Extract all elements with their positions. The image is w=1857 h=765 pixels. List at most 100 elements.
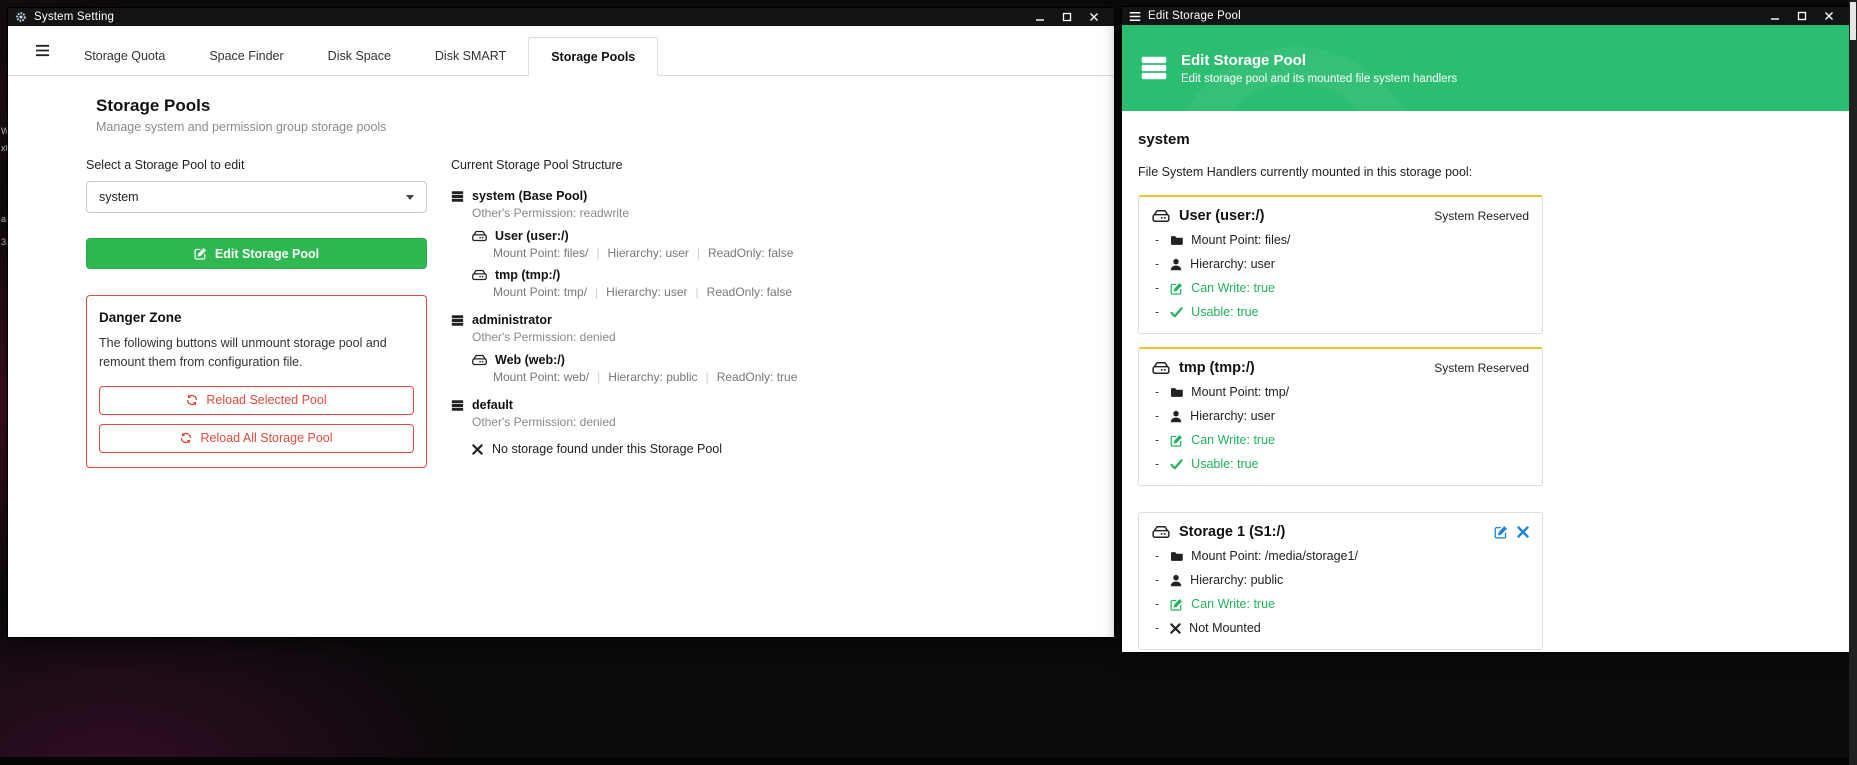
handler-card-user: User (user:/) System Reserved Mount Poin…	[1138, 195, 1543, 334]
hdd-icon	[472, 230, 487, 242]
folder-icon	[1170, 551, 1183, 562]
minimize-button[interactable]	[1026, 8, 1053, 26]
storage-pool-select[interactable]: system	[86, 181, 427, 213]
scrollbar-thumb[interactable]	[1850, 2, 1856, 40]
edit-handler-icon[interactable]	[1494, 525, 1508, 539]
tree-pool-default: default Other's Permission: denied No st…	[451, 398, 797, 456]
pool-permission: Other's Permission: readwrite	[472, 206, 797, 220]
handler-name: Storage 1 (S1:/)	[1179, 524, 1285, 540]
handler-name: User (user:/)	[1179, 208, 1264, 224]
desktop-icon-label: xt	[1, 143, 8, 153]
reload-selected-pool-button[interactable]: Reload Selected Pool	[99, 386, 414, 415]
edit-pool-titlebar: Edit Storage Pool	[1122, 7, 1849, 25]
edit-storage-pool-window: Edit Storage Pool Edit Storage Pool Edit…	[1122, 7, 1849, 652]
handler-card-tmp: tmp (tmp:/) System Reserved Mount Point:…	[1138, 347, 1543, 486]
handler-row: Mount Point: /media/storage1/	[1152, 549, 1529, 564]
edit-icon	[1170, 598, 1183, 611]
taskbar	[0, 757, 1857, 765]
reload-all-label: Reload All Storage Pool	[200, 431, 332, 445]
edit-storage-pool-button[interactable]: Edit Storage Pool	[86, 238, 427, 269]
tab-bar: Storage Quota Space Finder Disk Space Di…	[8, 26, 1114, 76]
maximize-button[interactable]	[1053, 8, 1080, 26]
server-icon	[451, 314, 464, 327]
hdd-icon	[472, 269, 487, 281]
x-icon	[472, 444, 483, 455]
pool-name: system (Base Pool)	[472, 189, 587, 203]
storage-details: Mount Point: web/Hierarchy: publicReadOn…	[493, 370, 797, 384]
user-icon	[1170, 410, 1182, 423]
system-reserved-badge: System Reserved	[1434, 361, 1529, 375]
window-title: Edit Storage Pool	[1148, 10, 1241, 22]
close-button[interactable]	[1815, 7, 1842, 25]
check-icon	[1170, 459, 1183, 470]
storage-details: Mount Point: files/Hierarchy: userReadOn…	[493, 246, 797, 260]
server-icon	[451, 399, 464, 412]
hdd-icon	[1152, 525, 1170, 539]
tab-disk-smart[interactable]: Disk SMART	[413, 36, 528, 75]
pool-permission: Other's Permission: denied	[472, 415, 797, 429]
handler-row: Hierarchy: user	[1152, 409, 1529, 424]
handler-row: Mount Point: tmp/	[1152, 385, 1529, 400]
user-icon	[1170, 574, 1182, 587]
handler-row: Can Write: true	[1152, 597, 1529, 612]
edit-pool-body: system File System Handlers currently mo…	[1122, 111, 1849, 652]
tab-space-finder[interactable]: Space Finder	[187, 36, 305, 75]
handler-row: Hierarchy: user	[1152, 257, 1529, 272]
storage-name: tmp (tmp:/)	[495, 268, 560, 282]
tree-pool-system: system (Base Pool) Other's Permission: r…	[451, 189, 797, 299]
system-reserved-badge: System Reserved	[1434, 209, 1529, 223]
server-icon	[451, 190, 464, 203]
handler-row: Usable: true	[1152, 305, 1529, 320]
tab-storage-pools[interactable]: Storage Pools	[528, 37, 658, 76]
tree-storage-user: User (user:/) Mount Point: files/Hierarc…	[472, 229, 797, 260]
folder-icon	[1170, 387, 1183, 398]
hdd-icon	[1152, 209, 1170, 223]
pool-name-heading: system	[1138, 131, 1833, 148]
remove-handler-icon[interactable]	[1517, 526, 1529, 538]
page-subtitle: Manage system and permission group stora…	[96, 120, 1114, 134]
structure-title: Current Storage Pool Structure	[451, 158, 797, 172]
minimize-button[interactable]	[1761, 7, 1788, 25]
check-icon	[1170, 307, 1183, 318]
close-button[interactable]	[1080, 8, 1107, 26]
hdd-icon	[472, 354, 487, 366]
edit-storage-pool-label: Edit Storage Pool	[215, 247, 319, 261]
banner-subtitle: Edit storage pool and its mounted file s…	[1181, 73, 1457, 85]
menu-icon[interactable]	[1129, 11, 1141, 22]
storage-pool-icon	[1140, 54, 1168, 82]
pool-name: administrator	[472, 313, 552, 327]
handler-name: tmp (tmp:/)	[1179, 360, 1255, 376]
reload-icon	[180, 432, 192, 444]
tree-pool-administrator: administrator Other's Permission: denied…	[451, 313, 797, 384]
edit-icon	[1170, 434, 1183, 447]
system-setting-window: System Setting Storage Quota Space Finde…	[8, 8, 1114, 637]
danger-zone-description: The following buttons will unmount stora…	[99, 334, 414, 372]
chevron-down-icon	[406, 195, 414, 200]
window-title: System Setting	[34, 11, 114, 23]
danger-zone-panel: Danger Zone The following buttons will u…	[86, 295, 427, 468]
maximize-button[interactable]	[1788, 7, 1815, 25]
handler-row: Not Mounted	[1152, 621, 1529, 636]
pool-permission: Other's Permission: denied	[472, 330, 797, 344]
tab-disk-space[interactable]: Disk Space	[306, 36, 413, 75]
reload-icon	[186, 394, 198, 406]
tree-storage-tmp: tmp (tmp:/) Mount Point: tmp/Hierarchy: …	[472, 268, 797, 299]
tab-storage-quota[interactable]: Storage Quota	[62, 36, 187, 75]
folder-icon	[1170, 235, 1183, 246]
reload-all-pool-button[interactable]: Reload All Storage Pool	[99, 424, 414, 453]
reload-selected-label: Reload Selected Pool	[206, 393, 326, 407]
tree-storage-web: Web (web:/) Mount Point: web/Hierarchy: …	[472, 353, 797, 384]
select-value: system	[99, 190, 139, 204]
select-pool-label: Select a Storage Pool to edit	[86, 158, 427, 172]
storage-name: User (user:/)	[495, 229, 569, 243]
storage-name: Web (web:/)	[495, 353, 565, 367]
handlers-intro: File System Handlers currently mounted i…	[1138, 165, 1833, 179]
gear-icon	[15, 11, 27, 23]
menu-icon[interactable]	[22, 44, 62, 57]
handler-row: Hierarchy: public	[1152, 573, 1529, 588]
storage-details: Mount Point: tmp/Hierarchy: userReadOnly…	[493, 285, 797, 299]
x-icon	[1170, 623, 1181, 634]
window-controls	[1026, 8, 1107, 26]
storage-pool-tree: system (Base Pool) Other's Permission: r…	[451, 189, 797, 456]
edit-icon	[194, 247, 207, 260]
